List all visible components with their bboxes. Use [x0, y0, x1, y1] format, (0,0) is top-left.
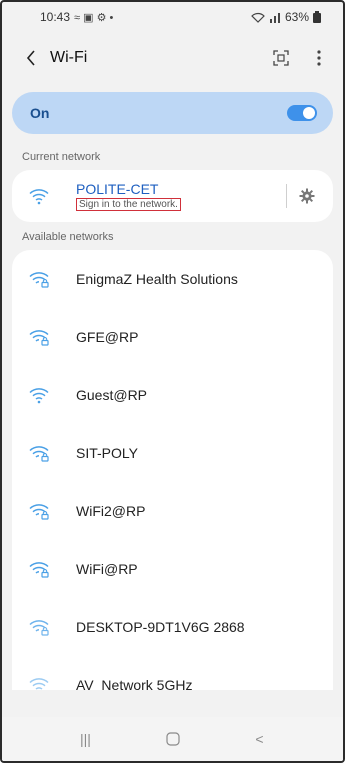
- wifi-toggle-row[interactable]: On: [12, 92, 333, 134]
- available-networks-heading: Available networks: [22, 231, 114, 243]
- nav-back-button[interactable]: <: [245, 727, 275, 751]
- network-name: DESKTOP-9DT1V6G 2868: [76, 619, 245, 635]
- more-options-button[interactable]: [309, 46, 329, 70]
- recents-icon: |||: [80, 731, 91, 747]
- wifi-locked-icon: [29, 504, 49, 520]
- network-item[interactable]: SIT-POLY: [12, 424, 333, 482]
- current-network-heading: Current network: [22, 151, 101, 163]
- available-networks-list: EnigmaZ Health Solutions GFE@RP Guest@RP: [12, 250, 333, 690]
- home-button[interactable]: [158, 727, 188, 751]
- divider: [286, 184, 287, 208]
- network-name: AV_Network 5GHz: [76, 677, 193, 690]
- network-item[interactable]: WiFi2@RP: [12, 482, 333, 540]
- current-network-item[interactable]: POLITE-CET Sign in to the network.: [12, 170, 333, 222]
- network-item[interactable]: Guest@RP: [12, 366, 333, 424]
- header-actions: [271, 46, 329, 70]
- gear-icon: [299, 188, 315, 204]
- current-network-text: POLITE-CET Sign in to the network.: [76, 181, 181, 211]
- notification-icons: ≈ ▣ ⚙ •: [74, 11, 114, 24]
- nav-back-icon: <: [255, 731, 264, 747]
- wifi-locked-icon: [29, 446, 49, 462]
- chevron-left-icon: [26, 50, 35, 66]
- status-left: 10:43 ≈ ▣ ⚙ •: [40, 10, 113, 24]
- current-network-status[interactable]: Sign in to the network.: [76, 198, 181, 211]
- phone-screen: 10:43 ≈ ▣ ⚙ • 63% Wi-Fi On Current netwo…: [0, 0, 345, 763]
- more-vert-icon: [317, 50, 321, 66]
- network-settings-button[interactable]: [297, 186, 317, 206]
- network-name: GFE@RP: [76, 329, 139, 345]
- network-item[interactable]: AV_Network 5GHz: [12, 656, 333, 690]
- wifi-locked-icon: [29, 330, 49, 346]
- cell-signal-icon: [269, 12, 280, 23]
- recents-button[interactable]: |||: [71, 727, 101, 751]
- network-item[interactable]: EnigmaZ Health Solutions: [12, 250, 333, 308]
- network-name: SIT-POLY: [76, 445, 138, 461]
- network-item[interactable]: WiFi@RP: [12, 540, 333, 598]
- network-item[interactable]: GFE@RP: [12, 308, 333, 366]
- wifi-locked-icon: [29, 272, 49, 288]
- current-network-name: POLITE-CET: [76, 181, 159, 197]
- page-title: Wi-Fi: [50, 49, 88, 66]
- network-name: WiFi2@RP: [76, 503, 146, 519]
- network-item[interactable]: DESKTOP-9DT1V6G 2868: [12, 598, 333, 656]
- qr-scan-button[interactable]: [271, 46, 291, 70]
- wifi-icon: [29, 189, 49, 205]
- wifi-locked-icon: [29, 620, 49, 636]
- battery-percent: 63%: [284, 10, 309, 24]
- clock: 10:43: [40, 10, 71, 24]
- home-icon: [165, 732, 180, 746]
- status-bar: 10:43 ≈ ▣ ⚙ • 63%: [2, 2, 343, 32]
- qr-scan-icon: [273, 50, 289, 66]
- wifi-icon: [29, 388, 49, 404]
- network-name: WiFi@RP: [76, 561, 138, 577]
- network-name: Guest@RP: [76, 387, 148, 403]
- network-name: EnigmaZ Health Solutions: [76, 271, 238, 287]
- wifi-signal-icon: [251, 12, 265, 23]
- wifi-locked-icon: [29, 562, 49, 578]
- wifi-icon: [29, 678, 49, 690]
- app-header: Wi-Fi: [2, 32, 343, 84]
- status-right: 63%: [251, 10, 321, 24]
- system-nav-bar: ||| <: [2, 717, 343, 761]
- wifi-toggle-label: On: [30, 105, 50, 121]
- back-button[interactable]: [22, 49, 40, 67]
- wifi-switch[interactable]: [287, 105, 317, 121]
- battery-icon: [313, 11, 321, 23]
